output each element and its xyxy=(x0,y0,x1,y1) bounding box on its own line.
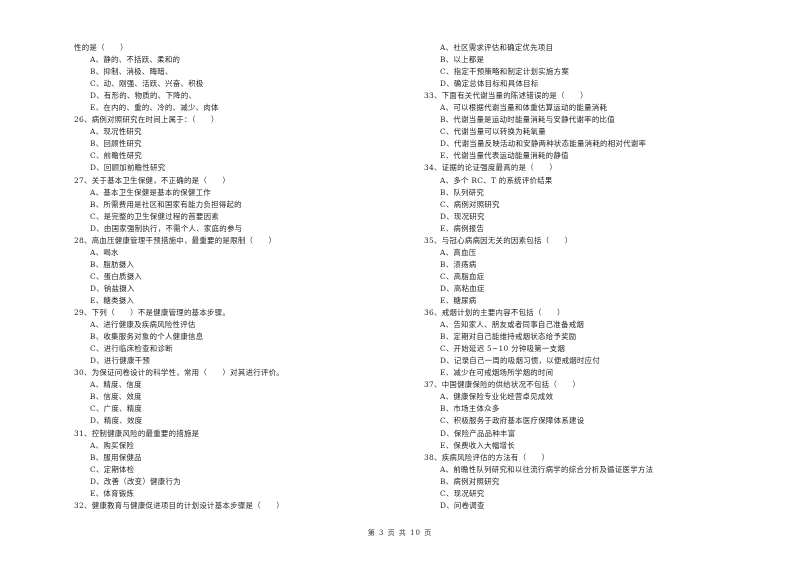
answer-option: C、开始延迟 5~10 分钟吸第一支烟 xyxy=(440,344,566,354)
question-text: 性的是（ ） xyxy=(74,43,128,52)
answer-option: C、代谢当量可以转换为耗氧量 xyxy=(440,127,546,137)
answer-option: A、基本卫生保健是基本的保健工作 xyxy=(90,187,211,197)
question-text: 35、与冠心病病因无关的因素包括（ ） xyxy=(424,235,573,245)
answer-option: B、收集服务对象的个人健康信息 xyxy=(90,332,204,342)
answer-option: B、抑制、消极、晦暗、 xyxy=(90,67,173,77)
answer-option: D、钠盐摄入 xyxy=(90,283,135,293)
answer-option: D、高粘血症 xyxy=(440,283,485,293)
question-text: 31、控制健康风险的最重要的措施是 xyxy=(74,428,200,438)
answer-option: A、进行健康及疾病风险性评估 xyxy=(90,320,196,330)
question-text: 34、证据的论证强度最高的是（ ） xyxy=(424,163,558,173)
answer-option: B、回顾性研究 xyxy=(90,139,142,149)
question-text: 28、高血压健康管理干预措施中，最重要的是限制（ ） xyxy=(74,235,277,245)
answer-option: A、喝水 xyxy=(90,247,119,257)
answer-option: A、前瞻性队列研究和以往流行病学的综合分析及循证医学方法 xyxy=(440,464,654,474)
question-text: 26、病例对照研究在时间上属于：（ ） xyxy=(74,115,219,125)
answer-option: C、进行临床检查和诊断 xyxy=(90,344,173,354)
answer-option: C、高脂血症 xyxy=(440,271,485,281)
answer-option: B、脂肪摄入 xyxy=(90,259,135,269)
answer-option: A、健康保险专业化经营卓见成效 xyxy=(440,392,554,402)
answer-option: C、病例对照研究 xyxy=(440,199,500,209)
answer-option: B、病例对照研究 xyxy=(440,476,500,486)
answer-option: E、糖尿病 xyxy=(440,295,477,305)
answer-option: C、定期体检 xyxy=(90,464,135,474)
answer-option: E、病例报告 xyxy=(440,223,485,233)
answer-option: A、可以根据代谢当量和体重估算运动的能量消耗 xyxy=(440,103,608,113)
answer-option: D、现况研究 xyxy=(440,211,485,221)
answer-option: E、减少在可戒烟场所学烟的时间 xyxy=(440,368,554,378)
answer-option: C、指定干预策略和制定计划实施方案 xyxy=(440,67,570,77)
question-text: 36、戒烟计划的主要内容不包括（ ） xyxy=(424,308,565,318)
answer-option: D、确定总体目标和具体目标 xyxy=(440,79,539,89)
answer-option: A、社区需求评估和确定优先项目 xyxy=(440,43,554,52)
answer-option: B、信度、效度 xyxy=(90,392,142,402)
answer-option: D、回顾加前瞻性研究 xyxy=(90,163,166,173)
answer-option: E、保费收入大幅增长 xyxy=(440,440,515,450)
answer-option: C、广度、精度 xyxy=(90,404,143,414)
answer-option: D、记录自己一周的吸烟习惯，以便戒烟时应付 xyxy=(440,356,601,366)
answer-option: A、现况性研究 xyxy=(90,127,142,137)
answer-option: B、服用保健品 xyxy=(90,452,142,462)
question-text: 27、关于基本卫生保健，不正确的是（ ） xyxy=(74,175,231,185)
answer-option: D、改善（改变）健康行为 xyxy=(90,476,181,486)
answer-option: C、蛋白质摄入 xyxy=(90,271,143,281)
answer-option: B、市场主体众多 xyxy=(440,404,500,414)
answer-option: E、代谢当量代表运动能量消耗的静值 xyxy=(440,151,569,161)
answer-option: A、购买保险 xyxy=(90,440,135,450)
answer-option: D、有形的、物质的、下降的、 xyxy=(90,91,197,101)
answer-option: A、精度、信度 xyxy=(90,380,142,390)
answer-option: D、精度、效度 xyxy=(90,416,143,426)
answer-option: B、溃疡病 xyxy=(440,259,477,269)
question-text: 30、为保证问卷设计的科学性，常用（ ）对其进行评价。 xyxy=(74,368,284,378)
answer-option: C、前瞻性研究 xyxy=(90,151,143,161)
answer-option: B、代谢当量是运动时能量消耗与安静代谢率的比值 xyxy=(440,115,615,125)
left-column: 性的是（ ） A、静的、不括跃、柔和的 B、抑制、消极、晦暗、 C、动、刚强、活跃、兴… xyxy=(74,42,404,512)
answer-option: C、是完整的卫生保健过程的首要因素 xyxy=(90,211,220,221)
answer-option: B、定期对自己能维持戒烟状态给予奖励 xyxy=(440,332,577,342)
answer-option: D、进行健康干预 xyxy=(90,356,151,366)
answer-option: D、保险产品品种丰富 xyxy=(440,428,516,438)
answer-option: E、糖类摄入 xyxy=(90,295,135,305)
answer-option: A、高血压 xyxy=(440,247,477,257)
question-text: 38、疾病风险评估的方法有（ ） xyxy=(424,452,550,462)
question-text: 29、下列（ ）不是健康管理的基本步骤。 xyxy=(74,308,231,318)
answer-option: A、静的、不括跃、柔和的 xyxy=(90,55,181,65)
answer-option: B、以上都是 xyxy=(440,55,485,65)
answer-option: D、由国家强制执行，不需个人、家庭的参与 xyxy=(90,223,243,233)
answer-option: A、告知家人、朋友或者同事自己准备戒烟 xyxy=(440,320,585,330)
answer-option: C、动、刚强、活跃、兴奋、积极 xyxy=(90,79,204,89)
answer-option: B、队列研究 xyxy=(440,187,485,197)
answer-option: D、问卷调查 xyxy=(440,500,485,510)
answer-option: D、代谢当量反映活动和安静两种状态能量消耗的相对代谢率 xyxy=(440,139,647,149)
answer-option: E、在内的、重的、冷的、减少、肉体 xyxy=(90,103,219,113)
question-text: 33、下面有关代谢当量的陈述错误的是（ ） xyxy=(424,91,588,101)
page-footer: 第 3 页 共 10 页 xyxy=(367,529,433,537)
answer-option: A、多个 RC、T 的系统评价结果 xyxy=(440,175,553,185)
answer-option: C、积极服务于政府基本医疗保障体系建设 xyxy=(440,416,585,426)
question-text: 32、健康教育与健康促进项目的计划设计基本步骤是（ ） xyxy=(74,500,284,510)
right-column: A、社区需求评估和确定优先项目 B、以上都是 C、指定干预策略和制定计划实施方案 D、… xyxy=(424,42,754,512)
answer-option: E、体育锻炼 xyxy=(90,488,135,498)
answer-option: B、所需费用是社区和国家有能力负担得起的 xyxy=(90,199,242,209)
answer-option: C、现况研究 xyxy=(440,488,485,498)
question-text: 37、中国健康保险的供给状况不包括（ ） xyxy=(424,380,581,390)
